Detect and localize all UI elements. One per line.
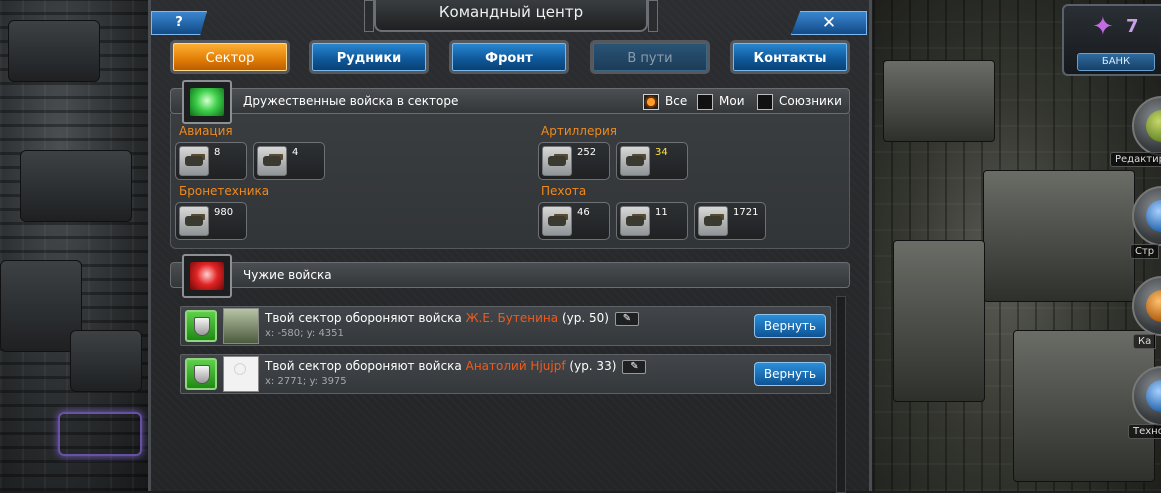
map-icon [1146, 290, 1161, 322]
tab-front[interactable]: Фронт [449, 40, 569, 74]
list-item: Твой сектор обороняют войска Ж.Е. Бутени… [180, 306, 831, 346]
unit-aviation-1[interactable]: 8 [175, 142, 247, 180]
filter-allies[interactable]: Союзники [757, 92, 842, 110]
return-button[interactable]: Вернуть [754, 314, 826, 338]
list-scrollbar[interactable] [836, 296, 846, 493]
unit-count: 11 [655, 207, 668, 218]
scenery-building [983, 170, 1135, 302]
soldier-icon [698, 206, 728, 236]
soldier-icon [542, 206, 572, 236]
scenery-building [893, 240, 985, 402]
soldier-icon [620, 206, 650, 236]
scenery-neon-sign [58, 412, 142, 456]
foreign-troops-title: Чужие войска [243, 268, 332, 282]
category-artillery: Артиллерия [541, 124, 617, 138]
avatar [223, 356, 259, 392]
aircraft-icon [257, 146, 287, 176]
defender-text: Твой сектор обороняют войска Анатолий Hj… [265, 359, 647, 374]
unit-artillery-1[interactable]: 252 [538, 142, 610, 180]
player-name-link[interactable]: Анатолий Hjujpf [466, 359, 566, 373]
aircraft-icon [179, 146, 209, 176]
filter-all[interactable]: Все [643, 92, 687, 110]
checkbox-icon [757, 93, 773, 110]
shield-icon [185, 358, 217, 390]
scenery-building [20, 150, 132, 222]
crystal-icon: ✦ [1092, 12, 1114, 42]
shield-icon [185, 310, 217, 342]
friendly-troops-header: Дружественные войска в секторе [170, 88, 850, 114]
unit-infantry-1[interactable]: 46 [538, 202, 610, 240]
unit-count: 1721 [733, 207, 759, 218]
unit-artillery-2[interactable]: 34 [616, 142, 688, 180]
game-scene-left [0, 0, 150, 491]
editor-icon [1146, 110, 1161, 142]
unit-infantry-2[interactable]: 11 [616, 202, 688, 240]
build-icon [1146, 200, 1161, 232]
bank-button[interactable]: БАНК [1077, 53, 1155, 71]
tab-in-transit: В пути [590, 40, 710, 74]
window-title: Командный центр [364, 0, 658, 32]
filter-all-label: Все [665, 94, 688, 108]
unit-infantry-3[interactable]: 1721 [694, 202, 766, 240]
unit-aviation-2[interactable]: 4 [253, 142, 325, 180]
unit-count: 252 [577, 147, 597, 158]
filter-allies-label: Союзники [779, 94, 842, 108]
unit-count: 980 [214, 207, 234, 218]
unit-count: 34 [655, 147, 668, 158]
defender-text: Твой сектор обороняют войска Ж.Е. Бутени… [265, 311, 639, 326]
scenery-building [8, 20, 100, 82]
pencil-icon[interactable]: ✎ [622, 359, 647, 374]
category-aviation: Авиация [179, 124, 233, 138]
tab-sector[interactable]: Сектор [170, 40, 290, 74]
return-button[interactable]: Вернуть [754, 362, 826, 386]
foreign-troops-icon [182, 254, 232, 298]
artillery-icon [542, 146, 572, 176]
list-item: Твой сектор обороняют войска Анатолий Hj… [180, 354, 831, 394]
unit-count: 8 [214, 147, 221, 158]
side-label-build: Стр [1130, 244, 1160, 259]
crystal-count: 7 [1126, 16, 1139, 37]
side-label-map: Ка [1133, 334, 1157, 349]
coordinates: x: 2771; y: 3975 [265, 376, 347, 387]
defender-prefix: Твой сектор обороняют войска [265, 311, 462, 325]
player-level: (ур. 50) [561, 311, 609, 325]
friendly-troops-icon [182, 80, 232, 124]
unit-count: 46 [577, 207, 590, 218]
coordinates: x: -580; y: 4351 [265, 328, 344, 339]
artillery-icon [620, 146, 650, 176]
tab-mines[interactable]: Рудники [309, 40, 429, 74]
side-label-tech: Техно [1128, 424, 1161, 439]
filter-mine[interactable]: Мои [697, 92, 745, 110]
player-name-link[interactable]: Ж.Е. Бутенина [466, 311, 559, 325]
tab-contacts[interactable]: Контакты [730, 40, 850, 74]
tank-icon [179, 206, 209, 236]
unit-count: 4 [292, 147, 299, 158]
defender-prefix: Твой сектор обороняют войска [265, 359, 462, 373]
filter-mine-label: Мои [719, 94, 745, 108]
scenery-building [70, 330, 142, 392]
side-label-editor: Редактир [1110, 152, 1161, 167]
category-infantry: Пехота [541, 184, 587, 198]
scenery-building [883, 60, 995, 142]
category-armor: Бронетехника [179, 184, 270, 198]
tech-icon [1146, 380, 1161, 412]
foreign-troops-header: Чужие войска [170, 262, 850, 288]
player-level: (ур. 33) [569, 359, 617, 373]
pencil-icon[interactable]: ✎ [614, 311, 639, 326]
unit-armor-1[interactable]: 980 [175, 202, 247, 240]
close-button[interactable]: ✕ [791, 11, 867, 35]
help-button[interactable]: ? [151, 11, 207, 35]
checkbox-icon [697, 93, 713, 110]
friendly-troops-title: Дружественные войска в секторе [243, 94, 459, 108]
avatar [223, 308, 259, 344]
checkbox-checked-icon [643, 93, 659, 110]
